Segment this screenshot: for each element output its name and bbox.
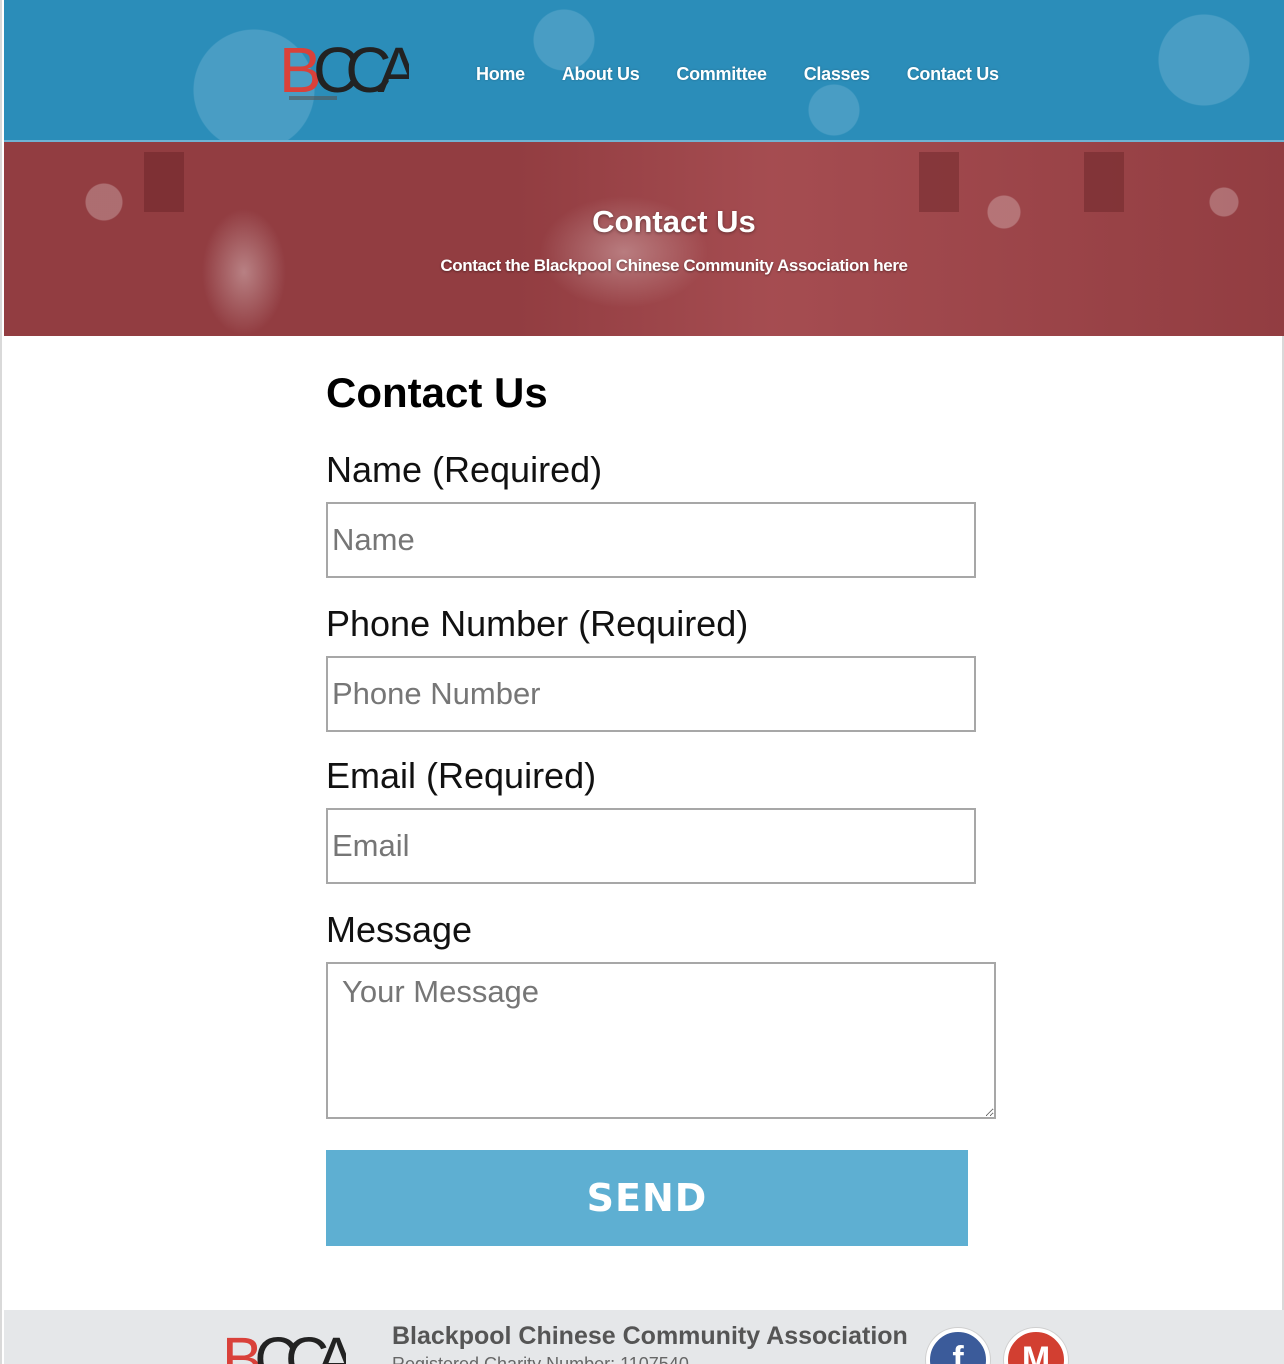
footer-org-name: Blackpool Chinese Community Association bbox=[392, 1322, 908, 1350]
site-footer: B CCA Blackpool Chinese Community Associ… bbox=[4, 1310, 1284, 1364]
name-field[interactable] bbox=[326, 502, 976, 578]
nav-about-us[interactable]: About Us bbox=[562, 64, 640, 85]
banner-title: Contact Us bbox=[592, 204, 756, 239]
page-title: Contact Us bbox=[326, 369, 548, 416]
banner-subtitle: Contact the Blackpool Chinese Community … bbox=[440, 256, 908, 275]
gmail-icon[interactable]: M bbox=[1004, 1328, 1068, 1364]
logo-icon: B CCA bbox=[279, 34, 434, 106]
hero-banner: Contact Us Contact the Blackpool Chinese… bbox=[4, 142, 1284, 336]
nav-home[interactable]: Home bbox=[476, 64, 525, 85]
site-header: B CCA Home About Us Committee Classes Co… bbox=[4, 0, 1284, 142]
nav-committee[interactable]: Committee bbox=[676, 64, 767, 85]
footer-logo-icon: B CCA bbox=[222, 1325, 370, 1364]
message-field[interactable] bbox=[326, 962, 996, 1119]
footer-charity-number: Registered Charity Number: 1107540 bbox=[392, 1354, 689, 1364]
svg-text:CCA: CCA bbox=[313, 34, 409, 106]
email-label: Email (Required) bbox=[326, 755, 597, 796]
nav-contact-us[interactable]: Contact Us bbox=[907, 64, 999, 85]
svg-text:CCA: CCA bbox=[254, 1325, 346, 1364]
send-button[interactable]: SEND bbox=[326, 1150, 968, 1246]
nav-classes[interactable]: Classes bbox=[804, 64, 870, 85]
phone-label: Phone Number (Required) bbox=[326, 603, 749, 644]
contact-form: Contact Us Name (Required) Phone Number … bbox=[326, 366, 1006, 1246]
bcca-logo[interactable]: B CCA bbox=[279, 34, 434, 106]
message-label: Message bbox=[326, 909, 473, 950]
main-nav: Home About Us Committee Classes Contact … bbox=[476, 64, 999, 85]
name-label: Name (Required) bbox=[326, 449, 603, 490]
footer-logo[interactable]: B CCA bbox=[222, 1324, 370, 1364]
phone-field[interactable] bbox=[326, 656, 976, 732]
email-field[interactable] bbox=[326, 808, 976, 884]
facebook-icon[interactable]: f bbox=[926, 1328, 990, 1364]
